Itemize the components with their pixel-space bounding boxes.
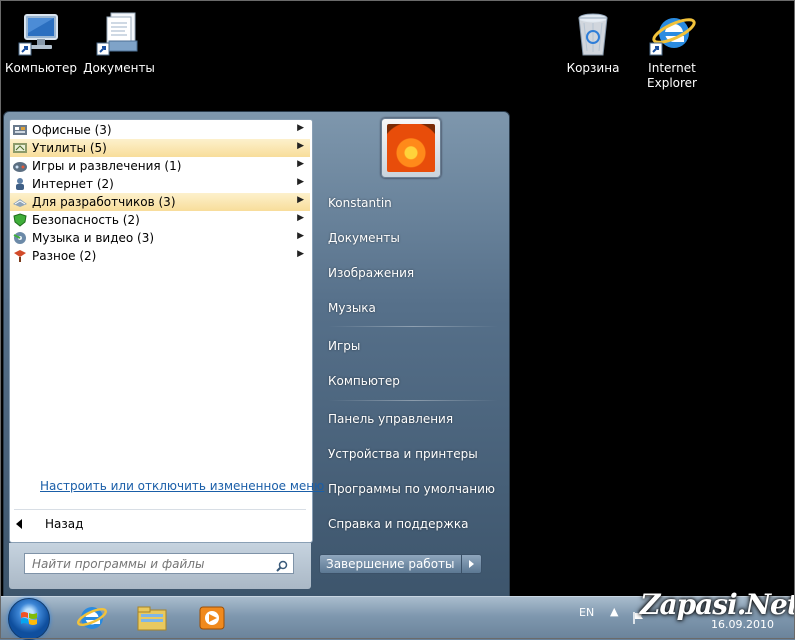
program-folder-internet[interactable]: Интернет (2) ▶ [10, 175, 310, 193]
recycle-bin-icon [569, 11, 617, 59]
search-icon[interactable] [276, 557, 288, 572]
right-item-games[interactable]: Игры [328, 339, 360, 353]
divider [14, 509, 306, 510]
program-folder-music-video[interactable]: Музыка и видео (3) ▶ [10, 229, 310, 247]
internet-icon [12, 177, 28, 191]
program-folder-office[interactable]: Офисные (3) ▶ [10, 121, 310, 139]
right-item-music[interactable]: Музыка [328, 301, 376, 315]
internet-explorer-icon [648, 11, 696, 59]
right-item-computer[interactable]: Компьютер [328, 374, 400, 388]
tray-show-hidden-icon[interactable]: ▲ [610, 605, 618, 618]
program-label: Офисные (3) [32, 123, 112, 137]
watermark-text: Zapasi.Net [640, 588, 795, 621]
program-label: Музыка и видео (3) [32, 231, 155, 245]
language-indicator[interactable]: EN [579, 606, 594, 619]
utilities-icon [12, 141, 28, 155]
back-arrow-icon [16, 519, 22, 529]
music-video-icon [12, 231, 28, 245]
submenu-arrow-icon: ▶ [297, 177, 304, 187]
program-label: Игры и развлечения (1) [32, 159, 182, 173]
chevron-right-icon [468, 560, 474, 568]
taskbar-internet-explorer[interactable] [64, 599, 120, 636]
shutdown-options-button[interactable] [461, 554, 482, 574]
submenu-arrow-icon: ▶ [297, 195, 304, 205]
program-folder-developers[interactable]: Для разработчиков (3) ▶ [10, 193, 310, 211]
internet-explorer-icon [76, 606, 108, 629]
right-item-default-programs[interactable]: Программы по умолчанию [328, 482, 495, 496]
taskbar-media-player[interactable] [184, 599, 240, 636]
desktop-icon-recycle-bin[interactable]: Корзина [555, 11, 631, 76]
right-item-pictures[interactable]: Изображения [328, 266, 414, 280]
documents-icon [95, 11, 143, 59]
search-box[interactable] [24, 553, 294, 574]
programs-list: Офисные (3) ▶ Утилиты (5) ▶ Игры и развл… [10, 121, 310, 265]
search-input[interactable] [30, 555, 274, 572]
security-shield-icon [12, 213, 28, 227]
desktop: Компьютер Документы Корзина Internet Exp… [0, 0, 795, 640]
explorer-folder-icon [137, 606, 167, 630]
desktop-icon-label: Корзина [566, 61, 620, 75]
flower-avatar-image [387, 124, 435, 172]
submenu-arrow-icon: ▶ [297, 123, 304, 133]
program-label: Безопасность (2) [32, 213, 140, 227]
right-item-control-panel[interactable]: Панель управления [328, 412, 453, 426]
start-button[interactable] [8, 598, 50, 640]
shutdown-group: Завершение работы [319, 554, 482, 574]
right-item-user[interactable]: Konstantin [328, 196, 392, 210]
submenu-arrow-icon: ▶ [297, 141, 304, 151]
program-folder-utilities[interactable]: Утилиты (5) ▶ [10, 139, 310, 157]
program-label: Для разработчиков (3) [32, 195, 176, 209]
desktop-icon-label: Internet Explorer [634, 61, 710, 91]
desktop-icon-internet-explorer[interactable]: Internet Explorer [634, 11, 710, 91]
program-folder-security[interactable]: Безопасность (2) ▶ [10, 211, 310, 229]
shutdown-button[interactable]: Завершение работы [319, 554, 462, 574]
ie-label-text: Internet Explorer [647, 61, 697, 90]
misc-icon [12, 249, 28, 263]
program-folder-misc[interactable]: Разное (2) ▶ [10, 247, 310, 265]
games-icon [12, 159, 28, 173]
media-player-icon [199, 606, 225, 629]
program-folder-games[interactable]: Игры и развлечения (1) ▶ [10, 157, 310, 175]
desktop-icon-documents[interactable]: Документы [81, 11, 157, 76]
back-label: Назад [45, 517, 84, 531]
desktop-icon-computer[interactable]: Компьютер [3, 11, 79, 76]
office-icon [12, 123, 28, 137]
developers-icon [12, 195, 28, 209]
right-item-help-support[interactable]: Справка и поддержка [328, 517, 469, 531]
computer-icon [17, 11, 65, 59]
desktop-icon-label: Документы [83, 61, 155, 75]
right-item-documents[interactable]: Документы [328, 231, 400, 245]
right-item-devices-printers[interactable]: Устройства и принтеры [328, 447, 478, 461]
divider [328, 400, 498, 401]
submenu-arrow-icon: ▶ [297, 159, 304, 169]
submenu-arrow-icon: ▶ [297, 231, 304, 241]
program-label: Интернет (2) [32, 177, 114, 191]
desktop-icon-label: Компьютер [5, 61, 77, 75]
program-label: Утилиты (5) [32, 141, 107, 155]
windows-logo-icon [21, 612, 37, 625]
taskbar-explorer[interactable] [124, 599, 180, 636]
user-picture[interactable] [381, 118, 441, 178]
submenu-arrow-icon: ▶ [297, 213, 304, 223]
program-label: Разное (2) [32, 249, 97, 263]
customize-menu-link[interactable]: Настроить или отключить измененное меню [40, 479, 324, 493]
divider [328, 326, 498, 327]
submenu-arrow-icon: ▶ [297, 249, 304, 259]
back-button[interactable]: Назад [16, 517, 83, 531]
